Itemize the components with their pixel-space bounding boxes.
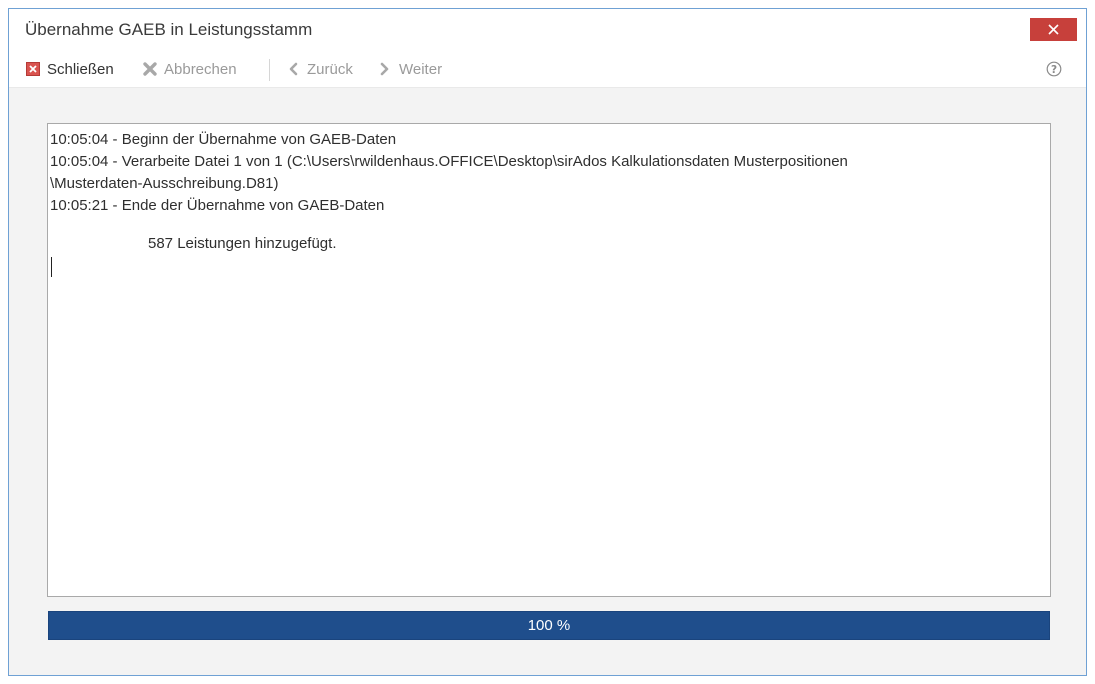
log-summary: 587 Leistungen hinzugefügt. [148,235,337,252]
log-line: 10:05:21 - Ende der Übernahme von GAEB-D… [50,197,385,214]
cancel-icon [142,61,158,77]
back-label: Zurück [307,60,353,78]
window-title: Übernahme GAEB in Leistungsstamm [25,20,313,39]
close-box-icon [25,61,41,77]
progress-bar: 100 % [48,611,1050,640]
next-button[interactable]: Weiter [377,59,442,79]
cancel-button[interactable]: Abbrechen [142,59,237,79]
dialog-window: Übernahme GAEB in Leistungsstamm Schließ… [8,8,1087,676]
help-button[interactable]: ? [1046,61,1062,77]
chevron-left-icon [285,61,301,77]
toolbar: Schließen Abbrechen Zurück Weiter ? [9,51,1086,88]
window-close-button[interactable] [1030,18,1077,41]
log-line: 10:05:04 - Verarbeite Datei 1 von 1 (C:\… [50,153,848,170]
next-label: Weiter [399,60,443,78]
log-output[interactable]: 10:05:04 - Beginn der Übernahme von GAEB… [47,123,1051,597]
svg-text:?: ? [1051,64,1057,76]
close-action-label: Schließen [47,60,114,78]
help-icon: ? [1046,61,1062,77]
close-action-button[interactable]: Schließen [25,59,114,79]
close-icon [1048,24,1059,35]
toolbar-separator [269,59,270,81]
log-line: 10:05:04 - Beginn der Übernahme von GAEB… [50,131,397,148]
log-spacer [50,217,1050,233]
log-line: \Musterdaten-Ausschreibung.D81) [50,175,279,192]
back-button[interactable]: Zurück [285,59,353,79]
cancel-label: Abbrechen [164,60,237,78]
chevron-right-icon [377,61,393,77]
title-bar[interactable]: Übernahme GAEB in Leistungsstamm [9,9,1086,51]
text-caret [51,257,52,277]
progress-label: 100 % [527,617,571,634]
